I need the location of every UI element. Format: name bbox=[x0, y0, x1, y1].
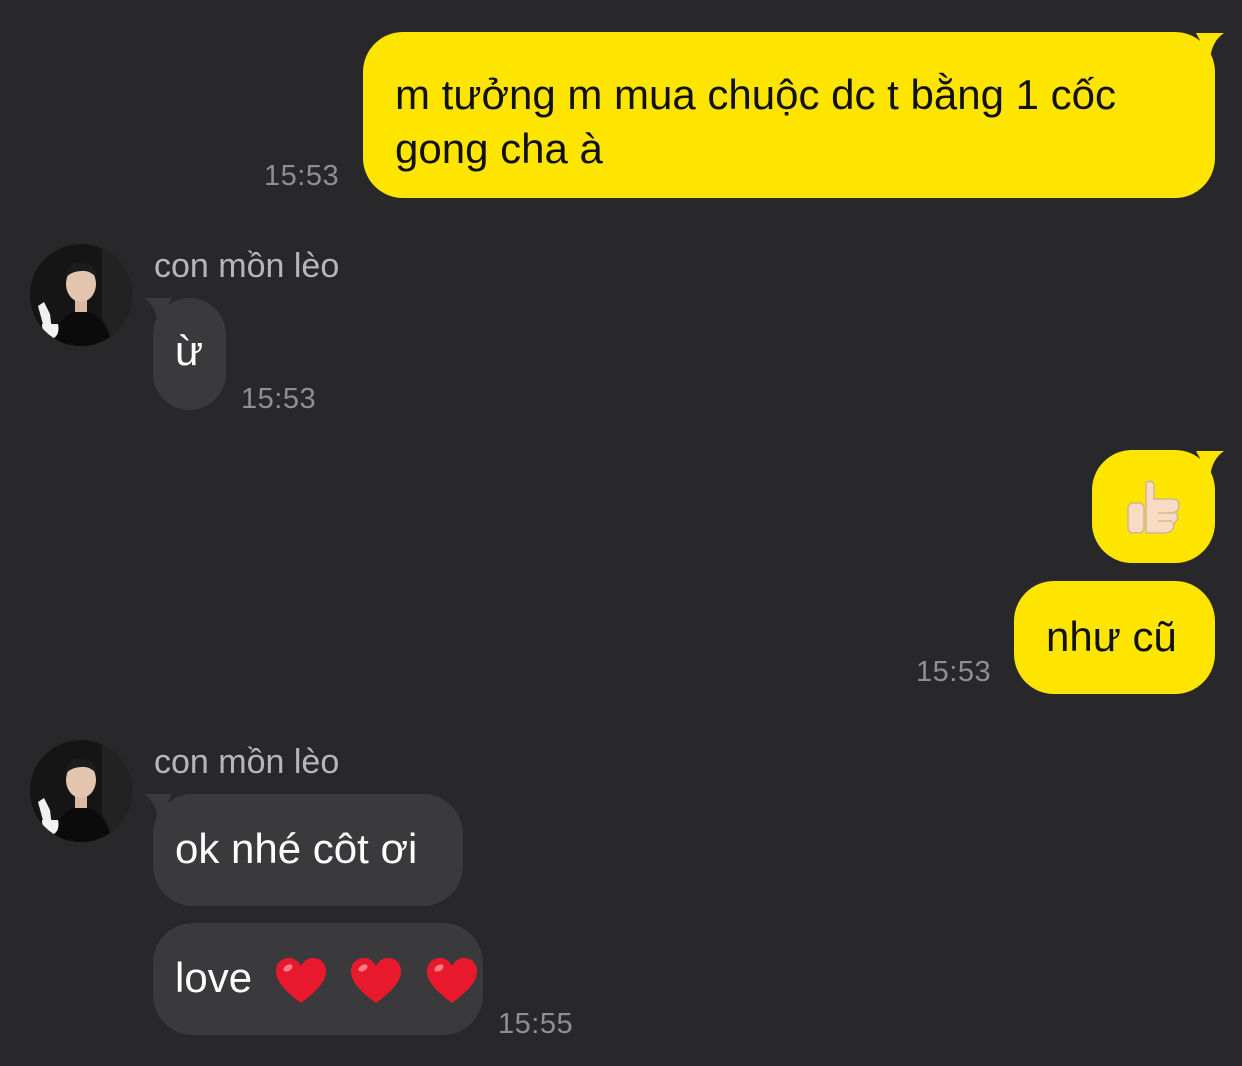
message-text: m tưởng m mua chuộc dc t bằng 1 cốc gong… bbox=[395, 71, 1116, 172]
incoming-message[interactable]: love bbox=[153, 923, 483, 1035]
incoming-message[interactable]: ừ bbox=[153, 298, 226, 410]
outgoing-message[interactable]: như cũ bbox=[1014, 581, 1215, 694]
user-avatar-icon[interactable] bbox=[30, 244, 132, 346]
message-text: như cũ bbox=[1046, 613, 1177, 660]
bubble-tail bbox=[1196, 451, 1224, 477]
incoming-message[interactable]: ok nhé côt ơi bbox=[153, 794, 463, 906]
message-time: 15:53 bbox=[916, 656, 992, 688]
message-time: 15:53 bbox=[264, 160, 340, 192]
message-time: 15:53 bbox=[241, 383, 317, 415]
thumbs-up-icon bbox=[1127, 480, 1180, 534]
sender-name: con mồn lèo bbox=[154, 743, 340, 781]
user-avatar-icon[interactable] bbox=[30, 740, 132, 842]
heart-icon bbox=[427, 957, 478, 1003]
heart-icon bbox=[351, 957, 402, 1003]
heart-icon bbox=[275, 957, 326, 1003]
outgoing-message[interactable]: m tưởng m mua chuộc dc t bằng 1 cốc gong… bbox=[363, 32, 1215, 198]
message-text: love bbox=[175, 954, 253, 1001]
message-text: ok nhé côt ơi bbox=[175, 825, 418, 872]
message-time: 15:55 bbox=[498, 1008, 574, 1040]
sender-name: con mồn lèo bbox=[154, 247, 340, 285]
message-text: ừ bbox=[175, 327, 204, 374]
bubble-tail bbox=[1196, 33, 1224, 59]
